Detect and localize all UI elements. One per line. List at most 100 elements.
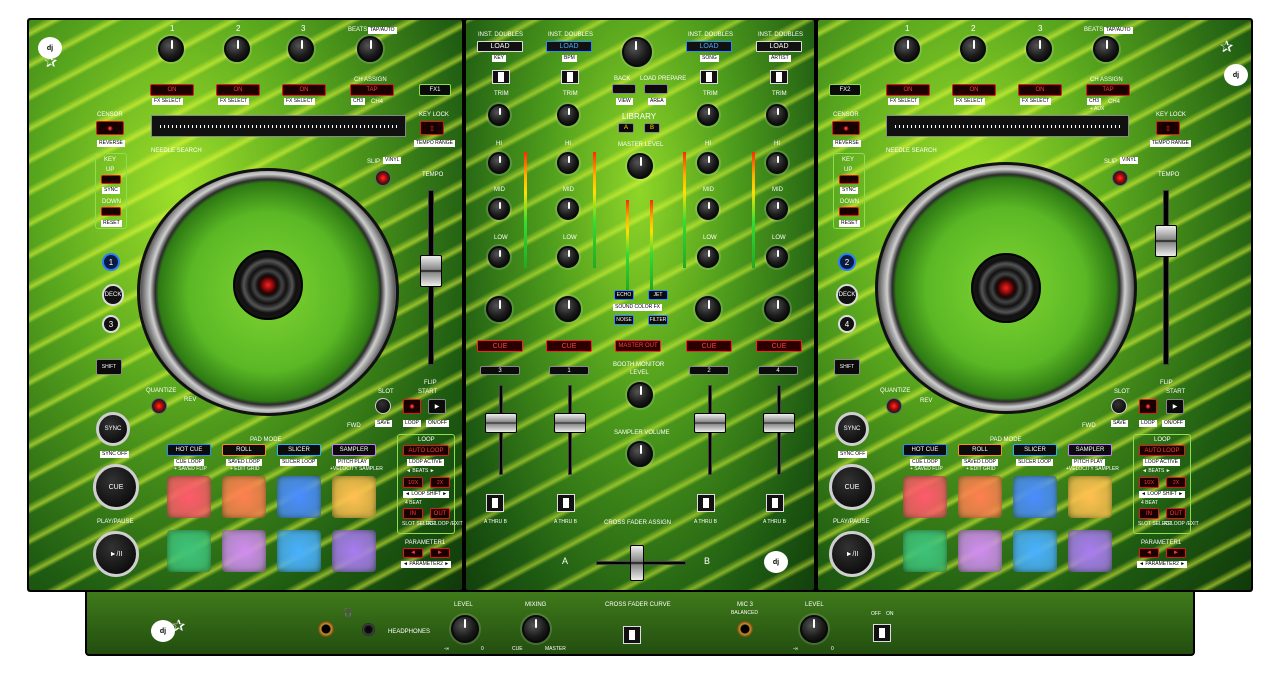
ch4-hi-knob[interactable] (766, 152, 788, 174)
right-pad-4[interactable] (1068, 476, 1112, 518)
left-pad-5[interactable] (167, 530, 211, 572)
left-pad-4[interactable] (332, 476, 376, 518)
ch1-crossfader-assign[interactable] (557, 494, 575, 512)
ch3-trim-knob[interactable] (488, 104, 510, 126)
fx1-tap-button[interactable]: TAP (350, 84, 394, 96)
fx2-on-button-1[interactable]: ON (886, 84, 930, 96)
ch1-fader[interactable] (554, 413, 586, 433)
loop-out-button[interactable]: OUT (430, 508, 450, 519)
right-loop-out-button[interactable]: OUT (1166, 508, 1186, 519)
headphone-level-knob[interactable] (451, 615, 479, 643)
right-parameter-left-button[interactable]: ◄ (1139, 548, 1159, 558)
ch4-cue-button[interactable]: CUE (756, 340, 802, 352)
ch3-fader[interactable] (485, 413, 517, 433)
jet-button[interactable]: JET (648, 290, 668, 300)
key-lock-button[interactable]: ▯ (420, 121, 444, 135)
auto-loop-button[interactable]: AUTO LOOP (403, 445, 449, 456)
left-pad-7[interactable] (277, 530, 321, 572)
right-pad-3[interactable] (1013, 476, 1057, 518)
right-sync-button[interactable]: SYNC (835, 412, 869, 446)
ch3-color-knob[interactable] (486, 296, 512, 322)
right-parameter-right-button[interactable]: ► (1166, 548, 1186, 558)
key-up-button[interactable] (101, 175, 121, 184)
library-a-button[interactable]: A (618, 123, 634, 133)
deck-select-button[interactable]: DECK (102, 284, 124, 306)
ch4-crossfader-assign[interactable] (766, 494, 784, 512)
left-shift-button[interactable]: SHIFT (96, 359, 122, 375)
load-button-1[interactable]: LOAD (546, 41, 592, 52)
ch2-cue-button[interactable]: CUE (686, 340, 732, 352)
right-key-up-button[interactable] (839, 175, 859, 184)
deck-1-button[interactable]: 1 (102, 253, 120, 271)
ch2-color-knob[interactable] (695, 296, 721, 322)
right-key-down-button[interactable] (839, 207, 859, 216)
right-shift-button[interactable]: SHIFT (834, 359, 860, 375)
fx2-knob-2[interactable] (960, 36, 986, 62)
right-quantize-button[interactable] (886, 398, 902, 414)
right-slicer-button[interactable]: SLICER (1013, 444, 1057, 456)
ch4-low-knob[interactable] (766, 246, 788, 268)
load-button-3[interactable]: LOAD (477, 41, 523, 52)
fx1-knob-2[interactable] (224, 36, 250, 62)
right-censor-button[interactable]: ◉ (832, 121, 860, 135)
right-pad-5[interactable] (903, 530, 947, 572)
ch1-hi-knob[interactable] (557, 152, 579, 174)
sampler-button[interactable]: SAMPLER (332, 444, 376, 456)
right-pad-6[interactable] (958, 530, 1002, 572)
right-pad-8[interactable] (1068, 530, 1112, 572)
deck-4-button[interactable]: 4 (838, 315, 856, 333)
ch2-hi-knob[interactable] (697, 152, 719, 174)
right-sampler-button[interactable]: SAMPLER (1068, 444, 1112, 456)
fx2-on-button-3[interactable]: ON (1018, 84, 1062, 96)
crossfader[interactable] (630, 545, 644, 581)
ch2-trim-knob[interactable] (697, 104, 719, 126)
left-pad-2[interactable] (222, 476, 266, 518)
right-double-loop-button[interactable]: 2X (1166, 477, 1186, 488)
fx1-on-button-2[interactable]: ON (216, 84, 260, 96)
ch2-low-knob[interactable] (697, 246, 719, 268)
right-key-lock-button[interactable]: ▯ (1156, 121, 1180, 135)
master-level-knob[interactable] (627, 153, 653, 179)
right-auto-loop-button[interactable]: AUTO LOOP (1139, 445, 1185, 456)
ch1-trim-knob[interactable] (557, 104, 579, 126)
right-flip-start-button[interactable]: ▶ (1166, 399, 1184, 414)
library-b-button[interactable]: B (644, 123, 660, 133)
fx1-knob-3[interactable] (288, 36, 314, 62)
ch1-mid-knob[interactable] (557, 198, 579, 220)
ch3-cue-button[interactable]: CUE (477, 340, 523, 352)
headphone-jack-small[interactable] (362, 623, 375, 636)
fx2-tab[interactable]: FX2 (829, 84, 861, 96)
fx1-knob-1[interactable] (158, 36, 184, 62)
mic-level-knob[interactable] (800, 615, 828, 643)
ch4-mid-knob[interactable] (766, 198, 788, 220)
slot-button[interactable] (375, 398, 391, 414)
left-sync-button[interactable]: SYNC (96, 412, 130, 446)
loop-in-button[interactable]: IN (403, 508, 423, 519)
right-roll-button[interactable]: ROLL (958, 444, 1002, 456)
ch4-color-knob[interactable] (764, 296, 790, 322)
key-down-button[interactable] (101, 207, 121, 216)
fx2-knob-3[interactable] (1026, 36, 1052, 62)
parameter-left-button[interactable]: ◄ (403, 548, 423, 558)
half-loop-button[interactable]: 1/2X (403, 477, 423, 488)
mixing-knob[interactable] (522, 615, 550, 643)
fx2-on-button-2[interactable]: ON (952, 84, 996, 96)
load-button-4[interactable]: LOAD (756, 41, 802, 52)
ch3-input-switch[interactable] (492, 70, 510, 84)
ch1-input-switch[interactable] (561, 70, 579, 84)
ch3-low-knob[interactable] (488, 246, 510, 268)
master-out-button[interactable]: MASTER OUT (615, 340, 661, 352)
right-loop-in-button[interactable]: IN (1139, 508, 1159, 519)
roll-button[interactable]: ROLL (222, 444, 266, 456)
right-half-loop-button[interactable]: 1/2X (1139, 477, 1159, 488)
flip-start-button[interactable]: ▶ (428, 399, 446, 414)
deck-3-button[interactable]: 3 (102, 315, 120, 333)
right-pad-1[interactable] (903, 476, 947, 518)
ch1-color-knob[interactable] (555, 296, 581, 322)
censor-button[interactable]: ◉ (96, 121, 124, 135)
ch3-mid-knob[interactable] (488, 198, 510, 220)
ch4-fader[interactable] (763, 413, 795, 433)
noise-button[interactable]: NOISE (614, 315, 634, 325)
right-tempo-fader[interactable] (1155, 225, 1177, 257)
fx1-on-button-1[interactable]: ON (150, 84, 194, 96)
